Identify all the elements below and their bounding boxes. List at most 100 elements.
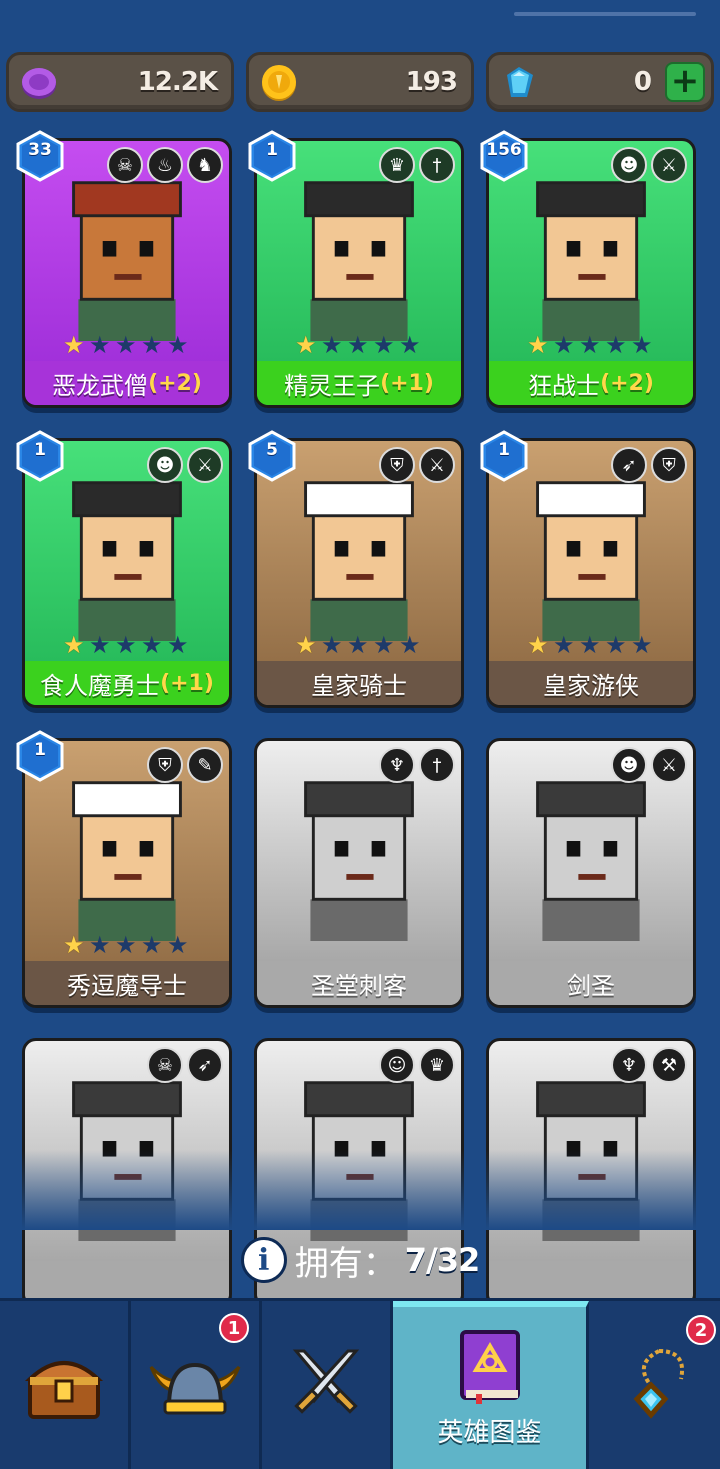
fire-swirl-icon: ♨ [147,147,183,183]
star-icon: ★ [295,631,317,659]
star-icon: ★ [373,331,395,359]
star-rating: ★ ★ ★ ★ ★ [63,933,191,957]
nav-viking-helmet[interactable]: 1 [131,1301,262,1469]
orc-icon: ☻ [147,447,183,483]
level-badge: 1 [248,130,296,182]
level-badge: 1 [480,430,528,482]
hero-level: 5 [266,440,278,460]
star-icon: ★ [321,331,343,359]
hero-name: 皇家骑士 [311,671,407,700]
owned-counter: i 拥有： 7/32 [0,1230,720,1290]
notification-badge: 2 [686,1315,716,1345]
owned-label: 拥有： [294,1243,397,1284]
star-icon: ★ [89,331,111,359]
gem-amount: 0 [633,67,652,97]
star-icon: ★ [399,631,421,659]
elf-icon: ♛ [379,147,415,183]
nav-treasure-chest[interactable] [0,1301,131,1469]
star-icon: ★ [631,631,653,659]
sword-icon: ⚔ [651,147,687,183]
level-badge: 156 [480,130,528,182]
star-rating: ★ ★ ★ ★ ★ [63,333,191,357]
goblin-icon: ☺ [379,1047,415,1083]
hero-name-bar: 皇家骑士 [257,661,461,705]
helmet-icon: ⛨ [379,447,415,483]
hero-level: 1 [266,140,278,160]
hero-name: 精灵王子 [284,371,381,400]
purple-coin-icon [22,68,56,99]
gem-currency: 0 + [486,52,714,112]
dragon-icon: ♞ [187,147,223,183]
sword-icon: ⚔ [187,447,223,483]
owned-count: 7/32 [404,1241,480,1279]
add-gems-button[interactable]: + [665,62,705,102]
amethyst-currency: 12.2K [6,52,234,112]
bottom-navigation: 1 英雄图鉴 2 [0,1298,720,1469]
hero-name: 剑圣 [567,971,615,1000]
star-icon: ★ [115,331,137,359]
star-icon: ★ [321,631,343,659]
orc-icon: ☻ [611,147,647,183]
star-rating: ★ ★ ★ ★ ★ [63,633,191,657]
hero-name-bar: 秀逗魔导士 [25,961,229,1005]
hero-name-bar: 食人魔勇士 (+1) [25,661,229,705]
star-rating: ★ ★ ★ ★ ★ [527,633,655,657]
treasure-chest-icon [24,1361,104,1419]
gold-amount: 193 [405,67,458,97]
star-icon: ★ [167,331,189,359]
level-badge: 33 [16,130,64,182]
hero-card[interactable]: ♆ † 圣堂刺客 [254,738,464,1008]
star-rating: ★ ★ ★ ★ ★ [527,333,655,357]
star-icon: ★ [89,931,111,959]
star-icon: ★ [527,331,549,359]
hero-name-bar: 狂战士 (+2) [489,361,693,405]
status-bar-indicator [514,12,696,16]
nav-amulet[interactable]: 2 [589,1301,720,1469]
dagger-icon: † [419,147,455,183]
angel-wings-icon: ♆ [611,1047,647,1083]
star-icon: ★ [605,331,627,359]
elf-icon: ♛ [419,1047,455,1083]
skull-icon: ☠ [107,147,143,183]
level-badge: 1 [16,430,64,482]
hero-level: 33 [28,140,52,160]
gold-coin-icon [262,65,296,101]
hero-card[interactable]: ☻ ⚔ 剑圣 [486,738,696,1008]
spellbook-icon [459,1329,520,1404]
hero-level: 1 [498,440,510,460]
hero-level: 156 [486,140,522,160]
star-icon: ★ [553,331,575,359]
amethyst-amount: 12.2K [137,67,218,97]
gold-currency: 193 [246,52,474,112]
star-icon: ★ [141,631,163,659]
hero-bonus: (+1) [380,370,434,396]
star-icon: ★ [605,631,627,659]
helmet-icon: ⛨ [147,747,183,783]
level-badge: 1 [16,730,64,782]
info-icon[interactable]: i [240,1237,287,1283]
star-rating: ★ ★ ★ ★ ★ [295,333,423,357]
hero-bonus: (+2) [148,370,202,396]
star-icon: ★ [579,631,601,659]
star-icon: ★ [631,331,653,359]
star-icon: ★ [167,931,189,959]
hero-name-bar: 圣堂刺客 [257,961,461,1005]
nav-battle[interactable] [262,1301,393,1469]
blue-gem-icon [507,67,533,97]
bow-icon: ➶ [187,1047,223,1083]
star-icon: ★ [89,631,111,659]
star-icon: ★ [347,331,369,359]
nav-hero-codex[interactable]: 英雄图鉴 [393,1301,589,1469]
hero-name-bar: 皇家游侠 [489,661,693,705]
star-icon: ★ [347,631,369,659]
hero-name: 圣堂刺客 [311,971,407,1000]
hero-bonus: (+1) [160,670,214,696]
hero-bonus: (+2) [600,370,654,396]
hero-name: 狂战士 [528,371,601,400]
notification-badge: 1 [219,1313,249,1343]
hero-name: 秀逗魔导士 [67,971,187,1000]
amulet-icon [633,1349,684,1419]
crossed-swords-icon [292,1349,360,1414]
star-icon: ★ [579,331,601,359]
dagger-icon: † [419,747,455,783]
